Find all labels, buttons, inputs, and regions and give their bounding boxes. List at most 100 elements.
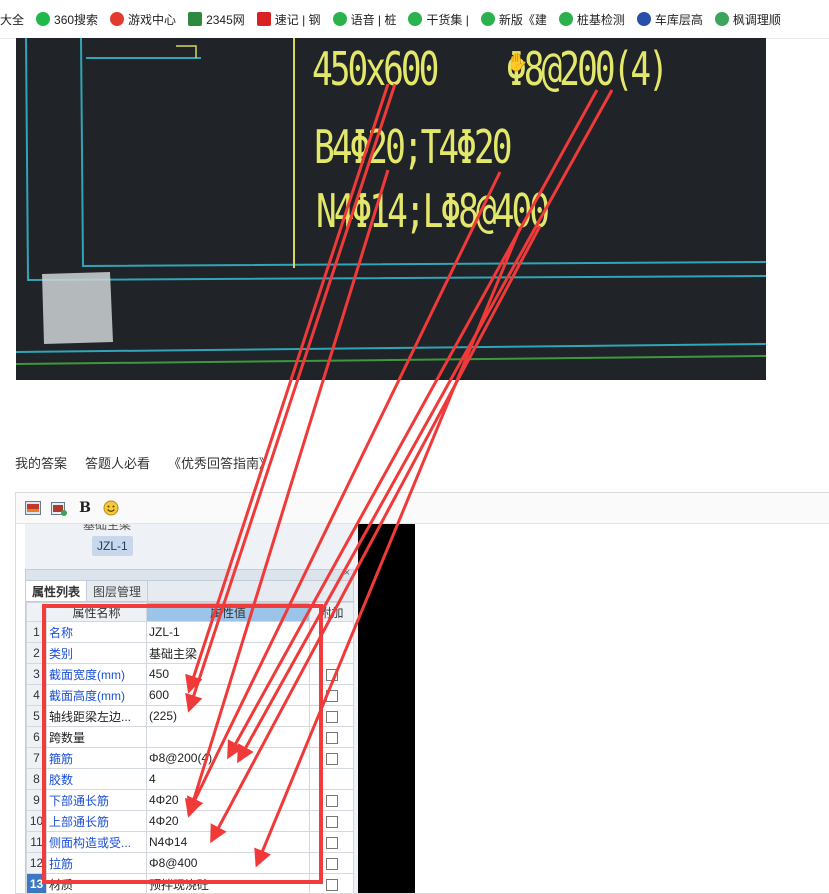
bookmark-item[interactable]: 语音 | 桩 [332, 11, 397, 28]
selected-component-chip[interactable]: JZL-1 [92, 536, 133, 556]
table-row[interactable]: 1 名称 JZL-1 [26, 621, 354, 643]
tab-layer-management[interactable]: 图层管理 [87, 581, 149, 601]
table-row[interactable]: 7 箍筋 Φ8@200(4) [26, 747, 354, 769]
shield-icon [714, 12, 729, 26]
search-360-icon [36, 12, 51, 26]
extra-checkbox[interactable] [325, 752, 338, 765]
insert-image-icon[interactable] [50, 499, 68, 517]
property-value[interactable]: 4 [146, 768, 310, 790]
property-value[interactable] [146, 726, 310, 748]
table-row[interactable]: 2 类别 基础主梁 [26, 642, 354, 664]
extra-checkbox-cell [309, 705, 354, 727]
bold-icon[interactable]: B [76, 499, 94, 517]
bookmark-label: 枫调理顺 [732, 12, 781, 27]
bookmark-item[interactable]: 枫调理顺 [714, 11, 781, 28]
extra-checkbox[interactable] [325, 689, 338, 702]
property-value[interactable]: 4Φ20 [146, 810, 310, 832]
extra-checkbox[interactable] [325, 731, 338, 744]
property-value[interactable]: 450 [146, 663, 310, 685]
row-number: 5 [26, 705, 47, 727]
bookmark-label: 游戏中心 [128, 12, 177, 27]
extra-checkbox-cell [309, 810, 354, 832]
row-number: 8 [26, 768, 47, 790]
image-icon[interactable] [24, 499, 42, 517]
row-number: 1 [26, 621, 47, 643]
extra-checkbox[interactable] [325, 794, 338, 807]
site-2345-icon [188, 12, 203, 26]
bookmark-item[interactable]: 360搜索 [36, 11, 98, 28]
ck-icon [256, 12, 271, 26]
bookmark-item[interactable]: 速记 | 钢 [256, 11, 321, 28]
bookmark-item[interactable]: 干货集 | [408, 11, 469, 28]
property-name: 拉筋 [46, 852, 147, 874]
property-name: 类别 [46, 642, 147, 664]
property-value[interactable]: Φ8@200(4) [146, 747, 310, 769]
table-row[interactable]: 5 轴线距梁左边... (225) [26, 705, 354, 727]
table-row[interactable]: 6 跨数量 [26, 726, 354, 748]
table-row[interactable]: 8 胶数 4 [26, 768, 354, 790]
table-row[interactable]: 4 截面高度(mm) 600 [26, 684, 354, 706]
must-read-link[interactable]: 答题人必看 [85, 453, 150, 472]
extra-checkbox-cell [309, 831, 354, 853]
extra-checkbox-cell [309, 726, 354, 748]
editor-toolbar: B [16, 493, 829, 524]
row-number: 2 [26, 642, 47, 664]
table-row[interactable]: 13 材质 预拌现浇砼 [26, 873, 354, 893]
property-value[interactable]: 预拌现浇砼 [146, 873, 310, 893]
header-num [26, 602, 47, 622]
extra-checkbox[interactable] [325, 878, 338, 891]
bookmark-item[interactable]: 2345网 [188, 11, 245, 28]
property-value[interactable]: 基础主梁 [146, 642, 310, 664]
table-row[interactable]: 11 侧面构造或受... N4Φ14 [26, 831, 354, 853]
property-name: 跨数量 [46, 726, 147, 748]
extra-checkbox-cell [309, 642, 354, 664]
cad-section-text: 450x600 [312, 42, 439, 96]
software-screenshot: 基础主梁 JZL-1 × 属性列表 图层管理 属性名称 属性值 附加 1 名称 … [25, 524, 369, 893]
guide-link[interactable]: 《优秀回答指南》 [168, 453, 272, 472]
property-value[interactable]: 600 [146, 684, 310, 706]
property-value[interactable]: (225) [146, 705, 310, 727]
wechat-icon [558, 12, 573, 26]
property-value[interactable]: JZL-1 [146, 621, 310, 643]
bookmark-item[interactable]: 大全 [0, 11, 24, 28]
bookmark-item[interactable]: 车库层高 [636, 11, 703, 28]
table-row[interactable]: 10 上部通长筋 4Φ20 [26, 810, 354, 832]
header-value: 属性值 [146, 602, 310, 622]
extra-checkbox[interactable] [325, 857, 338, 870]
answer-editor[interactable]: B 基础主梁 JZL-1 × 属性列表 图层管理 属性名称 属性值 附加 1 名… [15, 492, 829, 894]
share-icon [636, 12, 651, 26]
extra-checkbox[interactable] [325, 668, 338, 681]
bookmark-label: 速记 | 钢 [274, 12, 321, 27]
emoji-icon[interactable] [102, 499, 120, 517]
extra-checkbox[interactable] [325, 836, 338, 849]
property-value[interactable]: 4Φ20 [146, 789, 310, 811]
tab-property-list[interactable]: 属性列表 [26, 581, 88, 601]
wechat-icon [480, 12, 495, 26]
table-row[interactable]: 9 下部通长筋 4Φ20 [26, 789, 354, 811]
header-name: 属性名称 [46, 602, 147, 622]
extra-checkbox[interactable] [325, 815, 338, 828]
bookmarks-bar: 大全 360搜索 游戏中心 2345网 速记 | 钢 语音 | 桩 干货集 | 新版《建 桩基检… [0, 0, 829, 39]
cad-long-bars-text: B4Φ20;T4Φ20 [314, 120, 512, 174]
close-icon[interactable]: × [344, 567, 350, 579]
bookmark-label: 车库层高 [654, 12, 703, 27]
property-name: 侧面构造或受... [46, 831, 147, 853]
tree-node-label: 基础主梁 [83, 524, 132, 532]
bookmark-item[interactable]: 新版《建 [480, 11, 547, 28]
extra-checkbox-cell [309, 684, 354, 706]
table-header-row: 属性名称 属性值 附加 [26, 602, 354, 622]
table-row[interactable]: 3 截面宽度(mm) 450 [26, 663, 354, 685]
panel-tabs: 属性列表 图层管理 [26, 581, 353, 602]
bookmark-label: 新版《建 [498, 12, 547, 27]
table-row[interactable]: 12 拉筋 Φ8@400 [26, 852, 354, 874]
wechat-icon [408, 12, 423, 26]
property-value[interactable]: Φ8@400 [146, 852, 310, 874]
extra-checkbox-cell [309, 663, 354, 685]
property-name: 下部通长筋 [46, 789, 147, 811]
extra-checkbox[interactable] [325, 710, 338, 723]
my-answer-tab[interactable]: 我的答案 [15, 453, 67, 472]
property-value[interactable]: N4Φ14 [146, 831, 310, 853]
bookmark-item[interactable]: 桩基检测 [558, 11, 625, 28]
bookmark-label: 语音 | 桩 [350, 12, 397, 27]
bookmark-item[interactable]: 游戏中心 [110, 11, 176, 28]
